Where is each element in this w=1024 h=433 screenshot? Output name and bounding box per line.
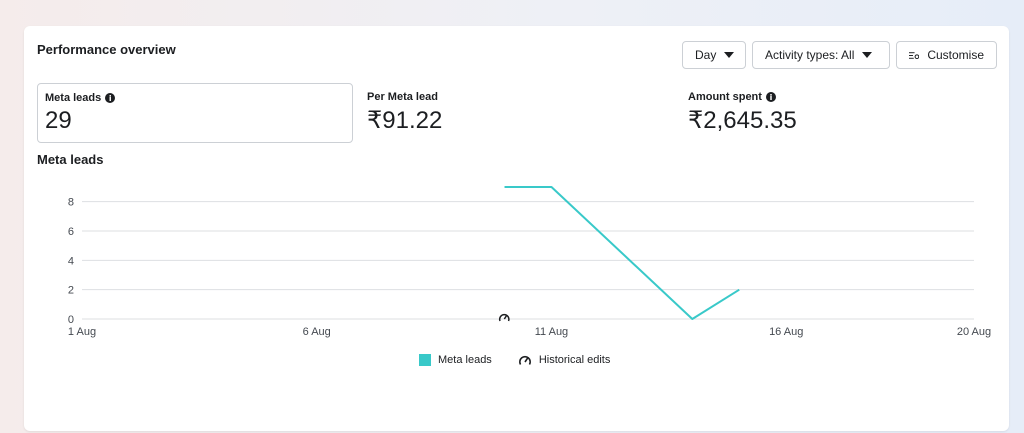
legend-item-meta-leads[interactable]: Meta leads [419, 354, 492, 366]
y-tick-label: 2 [68, 285, 74, 297]
metric-value: 29 [45, 107, 72, 134]
legend-label: Historical edits [538, 354, 611, 366]
y-tick-label: 0 [68, 314, 74, 326]
meta-leads-line-chart: 0 2 4 6 8 1 Aug 6 Aug 11 Aug 16 Aug 20 Aug [68, 186, 991, 338]
chart-legend: Meta leads Historical edits [419, 354, 610, 366]
metric-label: Per Meta lead [367, 91, 438, 103]
x-tick-label: 1 Aug [68, 326, 96, 338]
metric-value: ₹2,645.35 [688, 107, 797, 134]
y-tick-label: 6 [68, 226, 74, 238]
metric-amount-spent[interactable]: Amount spent i ₹2,645.35 [681, 83, 981, 143]
x-tick-label: 11 Aug [535, 326, 568, 338]
customise-label: Customise [927, 48, 984, 62]
card-title: Performance overview [37, 42, 176, 57]
x-tick-label: 20 Aug [957, 326, 991, 338]
day-dropdown[interactable]: Day [682, 41, 746, 69]
y-tick-label: 8 [68, 197, 74, 209]
info-icon[interactable]: i [765, 92, 776, 102]
historical-edits-icon [518, 355, 531, 365]
customise-icon [909, 51, 920, 59]
activity-types-label: Activity types: All [765, 48, 855, 62]
x-tick-label: 6 Aug [303, 326, 331, 338]
metric-label: Amount spent [688, 91, 762, 103]
series-line-meta-leads [504, 186, 740, 320]
metric-per-meta-lead[interactable]: Per Meta lead ₹91.22 [360, 83, 660, 143]
customise-button[interactable]: Customise [896, 41, 997, 69]
metric-meta-leads[interactable]: Meta leads i 29 [37, 83, 353, 143]
historical-edit-marker [498, 313, 510, 322]
info-icon[interactable]: i [105, 93, 116, 103]
legend-label: Meta leads [438, 354, 492, 366]
y-tick-label: 4 [68, 255, 74, 267]
performance-card: Performance overview Day Activity types:… [24, 26, 1009, 431]
chevron-down-icon [862, 52, 873, 58]
metric-value: ₹91.22 [367, 107, 443, 134]
day-dropdown-label: Day [695, 48, 717, 62]
chevron-down-icon [724, 52, 735, 58]
x-tick-label: 16 Aug [769, 326, 803, 338]
chart-title: Meta leads [37, 152, 104, 167]
legend-item-historical-edits[interactable]: Historical edits [518, 354, 611, 366]
metric-label: Meta leads [45, 92, 102, 104]
activity-types-dropdown[interactable]: Activity types: All [752, 41, 890, 69]
legend-swatch [419, 354, 431, 366]
